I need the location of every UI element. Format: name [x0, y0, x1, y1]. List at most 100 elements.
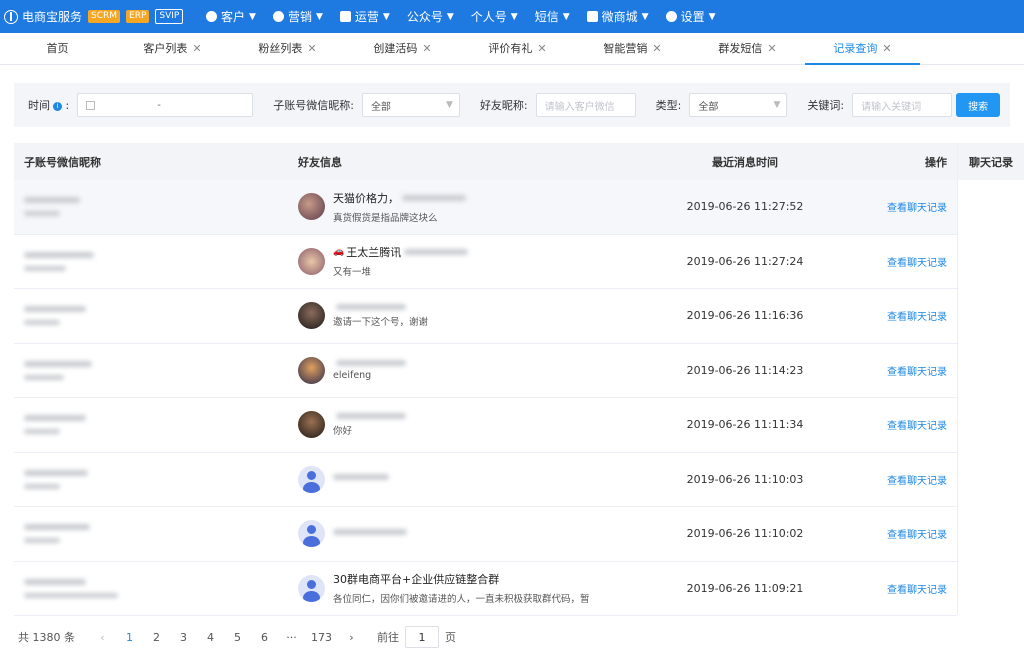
redacted-id [24, 265, 66, 271]
redacted-nickname [24, 469, 88, 476]
redacted-name [333, 528, 407, 535]
redacted-name [336, 303, 406, 310]
tab-label: 粉丝列表 [258, 42, 303, 55]
friend-name-text: 王太兰腾讯 [346, 246, 402, 260]
view-chat-record-link[interactable]: 查看聊天记录 [887, 530, 947, 541]
view-chat-record-link[interactable]: 查看聊天记录 [887, 312, 947, 323]
header-action: 操作 [925, 155, 947, 169]
time-label: 时间 i : [28, 97, 69, 113]
action-cell: 查看聊天记录 [840, 417, 957, 432]
tab-smart-marketing[interactable]: 智能营销 ✕ [575, 32, 690, 64]
chat-record-panel: 聊天记录 [957, 143, 1024, 615]
next-page-button[interactable]: › [338, 631, 365, 644]
keyword-input[interactable]: 请输入关键词 [852, 93, 953, 117]
tab-review-gift[interactable]: 评价有礼 ✕ [460, 32, 575, 64]
menu-operation[interactable]: 运营 ▼ [339, 8, 390, 25]
chevron-down-icon: ▼ [446, 100, 453, 110]
page-number[interactable]: 1 [116, 631, 143, 644]
redacted-nickname [24, 360, 92, 367]
time-label-colon: : [65, 99, 70, 112]
view-chat-record-link[interactable]: 查看聊天记录 [887, 421, 947, 432]
view-chat-record-link[interactable]: 查看聊天记录 [887, 258, 947, 269]
page-number[interactable]: 6 [251, 631, 278, 644]
menu-personal-account[interactable]: 个人号 ▼ [471, 8, 518, 25]
friend-text: 你好 [333, 412, 406, 437]
close-icon[interactable]: ✕ [652, 42, 661, 55]
friend-info-cell: 邀请一下这个号，谢谢 [298, 302, 650, 330]
tab-create-qrcode[interactable]: 创建活码 ✕ [345, 32, 460, 64]
redacted-nickname [24, 415, 86, 422]
friend-last-message: 又有一堆 [333, 267, 372, 279]
more-pages-button[interactable]: ··· [278, 631, 305, 644]
tab-label: 首页 [46, 42, 69, 55]
menu-label: 运营 [354, 10, 379, 24]
menu-customer[interactable]: 客户 ▼ [206, 8, 256, 25]
redacted-id [24, 429, 60, 435]
tab-record-query[interactable]: 记录查询 ✕ [805, 32, 920, 65]
page-number[interactable]: 4 [197, 631, 224, 644]
sub-account-cell [14, 578, 298, 598]
tab-home[interactable]: 首页 [0, 32, 115, 64]
menu-label: 公众号 [406, 10, 443, 24]
tab-fan-list[interactable]: 粉丝列表 ✕ [230, 32, 345, 64]
view-chat-record-link[interactable]: 查看聊天记录 [887, 203, 947, 214]
avatar [298, 356, 325, 384]
close-icon[interactable]: ✕ [882, 42, 891, 55]
sub-account-cell [14, 469, 298, 489]
close-icon[interactable]: ✕ [307, 42, 316, 55]
close-icon[interactable]: ✕ [767, 42, 776, 55]
friend-info-cell: 你好 [298, 411, 650, 439]
chat-record-header: 聊天记录 [958, 143, 1024, 180]
page-number[interactable]: 2 [143, 631, 170, 644]
tab-mass-sms[interactable]: 群发短信 ✕ [690, 32, 805, 64]
avatar [298, 193, 325, 221]
friend-text [333, 474, 389, 484]
table-row: 2019-06-26 11:10:02 查看聊天记录 [14, 507, 957, 562]
view-chat-record-link[interactable]: 查看聊天记录 [887, 476, 947, 487]
prev-page-button[interactable]: ‹ [89, 631, 116, 644]
type-select[interactable]: 全部 ▼ [689, 93, 788, 117]
redacted-name [333, 474, 389, 481]
view-chat-record-link[interactable]: 查看聊天记录 [887, 367, 947, 378]
friend-nickname-input[interactable]: 请输入客户微信 [535, 93, 636, 117]
friend-nickname-label: 好友昵称: [479, 99, 528, 112]
menu-settings[interactable]: 设置 ▼ [665, 8, 716, 25]
menu-sms[interactable]: 短信 ▼ [535, 8, 570, 25]
gear-icon [665, 11, 677, 22]
close-icon[interactable]: ✕ [537, 42, 546, 55]
shop-icon [586, 11, 598, 22]
menu-label: 设置 [680, 10, 705, 24]
page-number[interactable]: 5 [224, 631, 251, 644]
info-icon[interactable]: i [53, 101, 62, 111]
sub-account-select[interactable]: 全部 ▼ [361, 93, 460, 117]
avatar [298, 411, 325, 439]
chevron-down-icon: ▼ [641, 11, 649, 22]
close-icon[interactable]: ✕ [422, 42, 431, 55]
search-button[interactable]: 搜索 [956, 93, 1001, 117]
table-row: 邀请一下这个号，谢谢 2019-06-26 11:16:36 查看聊天记录 [14, 289, 957, 344]
page-number[interactable]: 3 [170, 631, 197, 644]
goto-page-input[interactable]: 1 [405, 626, 439, 648]
goto-page-value: 1 [418, 630, 426, 644]
tab-label: 记录查询 [833, 42, 878, 55]
time-label-text: 时间 [28, 99, 50, 112]
sub-account-cell [14, 197, 298, 217]
date-range-picker[interactable]: - [77, 93, 254, 117]
tab-customer-list[interactable]: 客户列表 ✕ [115, 32, 230, 64]
view-chat-record-link[interactable]: 查看聊天记录 [887, 585, 947, 596]
pagination: 共 1380 条 ‹ 1 2 3 4 5 6 ··· 173 › 前往 1 页 [18, 626, 456, 648]
redacted-nickname [24, 524, 90, 531]
menu-marketing[interactable]: 营销 ▼ [272, 8, 323, 25]
menu-label: 短信 [534, 10, 559, 24]
main-menu: 客户 ▼ 营销 ▼ 运营 ▼ 公众号 ▼ 个人号 ▼ 短信 ▼ 微商城 ▼ 设置 ▼ [196, 8, 723, 25]
last-message-time: 2019-06-26 11:14:23 [686, 363, 804, 377]
menu-micro-shop[interactable]: 微商城 ▼ [586, 8, 649, 25]
page-number[interactable]: 173 [305, 631, 338, 644]
close-icon[interactable]: ✕ [192, 42, 201, 55]
menu-official-account[interactable]: 公众号 ▼ [407, 8, 454, 25]
menu-label: 个人号 [470, 10, 507, 24]
friend-text: 🚗 王太兰腾讯 又有一堆 [333, 244, 469, 279]
redacted-id [24, 211, 60, 217]
redacted-nickname [24, 251, 94, 258]
brand[interactable]: 电商宝服务 SCRM ERP SVIP [0, 8, 196, 25]
